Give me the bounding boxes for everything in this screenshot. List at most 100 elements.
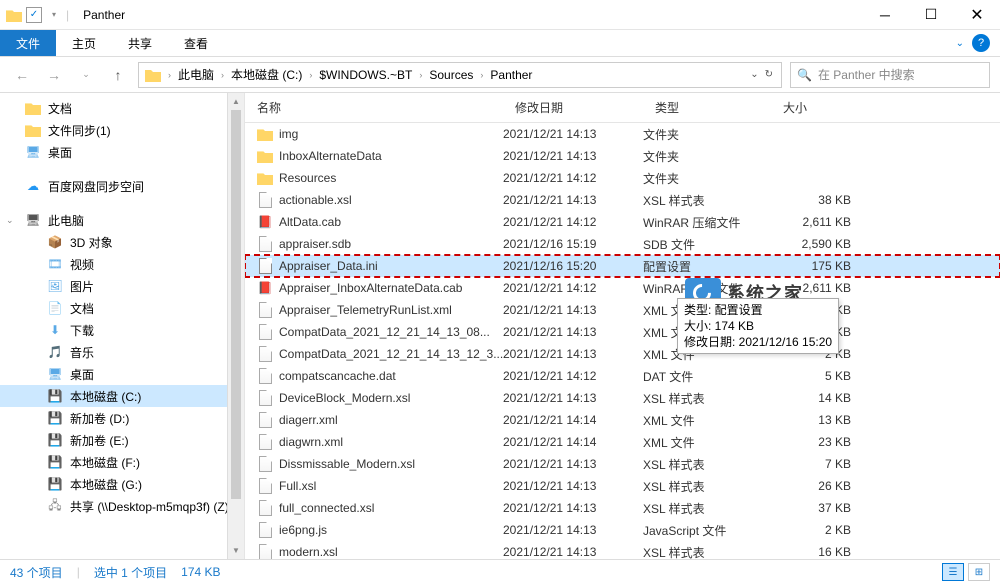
nav-forward-button[interactable]: → bbox=[42, 63, 66, 87]
bc-sep-icon[interactable]: › bbox=[216, 70, 229, 80]
folder-icon bbox=[24, 121, 42, 139]
file-type: 配置设置 bbox=[643, 258, 771, 275]
sidebar-pc-item[interactable]: 🖥桌面 bbox=[0, 363, 244, 385]
maximize-button[interactable]: ☐ bbox=[908, 0, 954, 30]
sidebar-baidu-cloud[interactable]: ☁ 百度网盘同步空间 bbox=[0, 175, 244, 197]
folder-tab-icon[interactable] bbox=[6, 7, 22, 23]
expand-icon[interactable]: ⌄ bbox=[6, 215, 14, 226]
table-row[interactable]: CompatData_2021_12_21_14_13_08... 2021/1… bbox=[245, 321, 1000, 343]
tab-share[interactable]: 共享 bbox=[112, 30, 168, 56]
sidebar-pc-item[interactable]: 💾本地磁盘 (C:) bbox=[0, 385, 244, 407]
tab-home[interactable]: 主页 bbox=[56, 30, 112, 56]
sidebar-pc-item[interactable]: 💾新加卷 (D:) bbox=[0, 407, 244, 429]
table-row[interactable]: DeviceBlock_Modern.xsl 2021/12/21 14:13 … bbox=[245, 387, 1000, 409]
scroll-down-icon[interactable]: ▼ bbox=[228, 542, 244, 559]
scroll-up-icon[interactable]: ▲ bbox=[228, 93, 244, 110]
breadcrumb[interactable]: › 此电脑 › 本地磁盘 (C:) › $WINDOWS.~BT › Sourc… bbox=[138, 62, 782, 88]
sidebar-quick-item[interactable]: 文档 bbox=[0, 97, 244, 119]
table-row[interactable]: img 2021/12/21 14:13 文件夹 bbox=[245, 123, 1000, 145]
file-size: 7 KB bbox=[771, 457, 871, 471]
sidebar-pc-item[interactable]: 🖧共享 (\\Desktop-m5mqp3f) (Z) bbox=[0, 495, 244, 517]
bc-thispc[interactable]: 此电脑 bbox=[176, 66, 216, 83]
table-row[interactable]: 📕Appraiser_InboxAlternateData.cab 2021/1… bbox=[245, 277, 1000, 299]
file-date: 2021/12/21 14:13 bbox=[503, 479, 643, 493]
sidebar-this-pc[interactable]: ⌄ 🖥 此电脑 bbox=[0, 209, 244, 231]
breadcrumb-dropdown-icon[interactable]: ⌄ bbox=[750, 69, 758, 80]
xsl-icon bbox=[257, 192, 273, 208]
folder-icon bbox=[24, 99, 42, 117]
qat-dropdown-icon[interactable]: ▾ bbox=[46, 7, 62, 23]
search-placeholder: 在 Panther 中搜索 bbox=[818, 66, 915, 83]
tab-file[interactable]: 文件 bbox=[0, 30, 56, 56]
table-row[interactable]: modern.xsl 2021/12/21 14:13 XSL 样式表 16 K… bbox=[245, 541, 1000, 559]
sidebar-item-label: 本地磁盘 (C:) bbox=[70, 388, 141, 405]
scroll-thumb[interactable] bbox=[231, 110, 241, 499]
table-row[interactable]: appraiser.sdb 2021/12/16 15:19 SDB 文件 2,… bbox=[245, 233, 1000, 255]
bc-sep-icon[interactable]: › bbox=[304, 70, 317, 80]
sidebar-pc-item[interactable]: 💾本地磁盘 (F:) bbox=[0, 451, 244, 473]
bc-sep-icon[interactable]: › bbox=[163, 70, 176, 80]
table-row[interactable]: actionable.xsl 2021/12/21 14:13 XSL 样式表 … bbox=[245, 189, 1000, 211]
tab-view[interactable]: 查看 bbox=[168, 30, 224, 56]
minimize-button[interactable]: ─ bbox=[862, 0, 908, 30]
help-icon[interactable]: ? bbox=[972, 34, 990, 52]
table-row[interactable]: compatscancache.dat 2021/12/21 14:12 DAT… bbox=[245, 365, 1000, 387]
bc-sep-icon[interactable]: › bbox=[414, 70, 427, 80]
table-row[interactable]: diagerr.xml 2021/12/21 14:14 XML 文件 13 K… bbox=[245, 409, 1000, 431]
sidebar-pc-item[interactable]: 📄文档 bbox=[0, 297, 244, 319]
nav-back-button[interactable]: ← bbox=[10, 63, 34, 87]
col-size[interactable]: 大小 bbox=[771, 99, 861, 116]
file-size: 26 KB bbox=[771, 479, 871, 493]
table-row[interactable]: Resources 2021/12/21 14:12 文件夹 bbox=[245, 167, 1000, 189]
sidebar-pc-item[interactable]: ⬇下载 bbox=[0, 319, 244, 341]
sidebar-scrollbar[interactable]: ▲ ▼ bbox=[227, 93, 244, 559]
xml-icon bbox=[257, 324, 273, 340]
file-name: CompatData_2021_12_21_14_13_12_3... bbox=[279, 347, 503, 361]
table-row[interactable]: 📕AltData.cab 2021/12/21 14:12 WinRAR 压缩文… bbox=[245, 211, 1000, 233]
bc-drive[interactable]: 本地磁盘 (C:) bbox=[229, 66, 304, 83]
col-date[interactable]: 修改日期 bbox=[503, 99, 643, 116]
pictures-icon: 🖼 bbox=[46, 277, 64, 295]
table-row[interactable]: ie6png.js 2021/12/21 14:13 JavaScript 文件… bbox=[245, 519, 1000, 541]
search-input[interactable]: 🔍 在 Panther 中搜索 bbox=[790, 62, 990, 88]
sidebar-pc-item[interactable]: 📦3D 对象 bbox=[0, 231, 244, 253]
close-button[interactable]: ✕ bbox=[954, 0, 1000, 30]
col-name[interactable]: 名称 bbox=[245, 99, 503, 116]
qat-checkbox-icon[interactable]: ✓ bbox=[26, 7, 42, 23]
table-row[interactable]: Appraiser_TelemetryRunList.xml 2021/12/2… bbox=[245, 299, 1000, 321]
desktop-icon: 🖥 bbox=[46, 365, 64, 383]
sidebar-quick-item[interactable]: 🖥桌面 bbox=[0, 141, 244, 163]
file-date: 2021/12/21 14:13 bbox=[503, 523, 643, 537]
sidebar-pc-item[interactable]: 🎞视频 bbox=[0, 253, 244, 275]
bc-folder3[interactable]: Panther bbox=[488, 68, 534, 82]
file-name: Full.xsl bbox=[279, 479, 316, 493]
file-name: CompatData_2021_12_21_14_13_08... bbox=[279, 325, 490, 339]
file-date: 2021/12/16 15:19 bbox=[503, 237, 643, 251]
music-icon: 🎵 bbox=[46, 343, 64, 361]
bc-sep-icon[interactable]: › bbox=[475, 70, 488, 80]
nav-recent-dropdown[interactable]: ⌄ bbox=[74, 63, 98, 87]
table-row[interactable]: InboxAlternateData 2021/12/21 14:13 文件夹 bbox=[245, 145, 1000, 167]
nav-up-button[interactable]: ↑ bbox=[106, 63, 130, 87]
sidebar-pc-item[interactable]: 💾新加卷 (E:) bbox=[0, 429, 244, 451]
table-row[interactable]: diagwrn.xml 2021/12/21 14:14 XML 文件 23 K… bbox=[245, 431, 1000, 453]
sidebar-pc-item[interactable]: 💾本地磁盘 (G:) bbox=[0, 473, 244, 495]
table-row[interactable]: Dissmissable_Modern.xsl 2021/12/21 14:13… bbox=[245, 453, 1000, 475]
sidebar-item-label: 本地磁盘 (G:) bbox=[70, 476, 142, 493]
ribbon-expand-icon[interactable]: ⌄ bbox=[956, 38, 964, 49]
view-details-button[interactable]: ☰ bbox=[942, 563, 964, 581]
col-type[interactable]: 类型 bbox=[643, 99, 771, 116]
sidebar-pc-item[interactable]: 🎵音乐 bbox=[0, 341, 244, 363]
file-type: 文件夹 bbox=[643, 148, 771, 165]
table-row[interactable]: CompatData_2021_12_21_14_13_12_3... 2021… bbox=[245, 343, 1000, 365]
table-row[interactable]: Full.xsl 2021/12/21 14:13 XSL 样式表 26 KB bbox=[245, 475, 1000, 497]
table-row[interactable]: full_connected.xsl 2021/12/21 14:13 XSL … bbox=[245, 497, 1000, 519]
file-size: 2,590 KB bbox=[771, 237, 871, 251]
refresh-icon[interactable]: ↻ bbox=[765, 69, 773, 80]
bc-folder1[interactable]: $WINDOWS.~BT bbox=[317, 68, 414, 82]
sidebar-quick-item[interactable]: 文件同步(1) bbox=[0, 119, 244, 141]
bc-folder2[interactable]: Sources bbox=[427, 68, 475, 82]
sidebar-pc-item[interactable]: 🖼图片 bbox=[0, 275, 244, 297]
view-icons-button[interactable]: ⊞ bbox=[968, 563, 990, 581]
table-row[interactable]: Appraiser_Data.ini 2021/12/16 15:20 配置设置… bbox=[245, 255, 1000, 277]
